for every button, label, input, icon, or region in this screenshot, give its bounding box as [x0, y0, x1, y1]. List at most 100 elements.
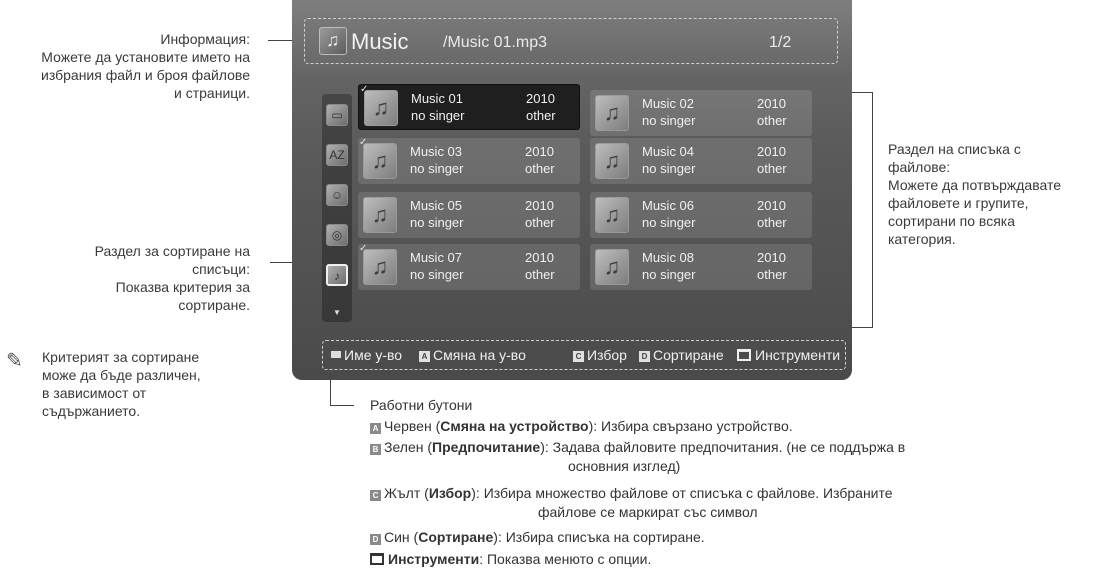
item-genre: other	[525, 161, 555, 176]
item-title: Music 01	[411, 91, 464, 106]
folder-sort-icon[interactable]: ▭	[326, 104, 348, 126]
checkmark-icon: ✓	[359, 243, 368, 254]
file-item[interactable]: ♫ Music 04 no singer 2010 other	[590, 138, 812, 184]
legend-red-bold: Смяна на устройство	[440, 418, 589, 434]
file-item[interactable]: ♫ ✓ Music 07 no singer 2010 other	[358, 243, 580, 290]
file-item[interactable]: ♫ Music 05 no singer 2010 other	[358, 192, 580, 238]
tools-button[interactable]: Инструменти	[737, 347, 840, 363]
item-singer: no singer	[642, 267, 696, 282]
item-year: 2010	[757, 198, 786, 213]
genre-sort-icon[interactable]: ♪	[326, 264, 348, 286]
buttons-connector-horizontal	[330, 405, 354, 406]
device-name-label: Име у-во	[344, 347, 403, 363]
item-year: 2010	[757, 96, 786, 111]
music-category-icon: ♫	[319, 27, 347, 55]
item-year: 2010	[525, 144, 554, 159]
select-button[interactable]: C Избор	[573, 347, 627, 363]
item-year: 2010	[757, 144, 786, 159]
list-annotation-line-6: категория.	[888, 231, 956, 247]
info-annotation-line-2: Можете да установите името на	[41, 49, 250, 65]
legend-green-post: ): Задава файловите предпочитания. (не с…	[540, 439, 906, 455]
selected-file-name: /Music 01.mp3	[443, 34, 548, 51]
info-bar: ♫ Music /Music 01.mp3 1/2	[304, 18, 838, 64]
checkmark-icon: ✓	[359, 137, 368, 148]
list-annotation-line-2: файлове:	[888, 159, 951, 175]
tools-icon	[737, 349, 751, 361]
legend-green: B Зелен (Предпочитание): Задава файловите…	[370, 438, 905, 456]
list-annotation-line-5: сортирани по всяка	[888, 213, 1016, 229]
list-bracket-top	[852, 92, 872, 93]
legend-red: A Червен (Смяна на устройство): Избира св…	[370, 417, 793, 435]
item-title: Music 02	[642, 96, 695, 111]
note-annotation-line-1: Критерият за сортиране	[42, 349, 200, 365]
file-item[interactable]: ♫ ✓ Music 01 no singer 2010 other	[358, 84, 580, 130]
item-title: Music 06	[642, 198, 695, 213]
alphabet-sort-icon[interactable]: AZ	[326, 144, 348, 166]
music-note-icon: ♫	[595, 197, 629, 233]
item-singer: no singer	[410, 267, 464, 282]
item-singer: no singer	[642, 161, 696, 176]
legend-blue-pre: Син (	[384, 529, 419, 545]
device-name-button[interactable]: Име у-во	[331, 347, 402, 363]
item-singer: no singer	[411, 108, 465, 123]
item-genre: other	[757, 267, 787, 282]
sort-annotation: Раздел за сортиране на списъци: Показва …	[0, 242, 250, 314]
item-genre: other	[757, 161, 787, 176]
buttons-connector-vertical	[330, 374, 331, 406]
item-singer: no singer	[642, 215, 696, 230]
tools-label: Инструменти	[755, 347, 841, 363]
note-annotation-line-4: съдържанието.	[42, 403, 141, 419]
sort-annotation-line-2: списъци:	[192, 261, 250, 277]
info-annotation-line-1: Информация:	[160, 31, 250, 47]
item-year: 2010	[525, 198, 554, 213]
file-list: ♫ ✓ Music 01 no singer 2010 other ♫ Musi…	[358, 84, 816, 294]
item-title: Music 04	[642, 144, 695, 159]
legend-yellow: C Жълт (Избор): Избира множество файлове …	[370, 484, 893, 502]
change-device-button[interactable]: A Смяна на у-во	[419, 347, 526, 363]
legend-yellow-post: ): Избира множество файлове от списъка с…	[471, 485, 893, 501]
scroll-down-icon[interactable]: ▼	[333, 308, 341, 317]
legend-red-pre: Червен (	[384, 418, 441, 434]
file-item[interactable]: ♫ Music 06 no singer 2010 other	[590, 192, 812, 238]
d-key-icon: D	[639, 351, 650, 362]
music-note-icon: ♫	[595, 95, 629, 131]
legend-red-post: ): Избира свързано устройство.	[588, 418, 793, 434]
legend-tools-bold: Инструменти	[388, 551, 480, 567]
info-annotation-line-4: и страници.	[174, 85, 250, 101]
tv-screen: ♫ Music /Music 01.mp3 1/2 ▭ AZ ☺ ◎ ♪ ▼ ♫…	[292, 0, 852, 380]
list-annotation-line-1: Раздел на списъка с	[888, 141, 1021, 157]
legend-yellow-pre: Жълт (	[384, 485, 429, 501]
artist-sort-icon[interactable]: ☺	[326, 184, 348, 206]
item-title: Music 07	[410, 250, 463, 265]
info-annotation-line-3: избрания файл и броя файлове	[41, 67, 250, 83]
category-title: Music	[351, 29, 409, 54]
change-device-label: Смяна на у-во	[433, 347, 526, 363]
c-key-icon: C	[370, 490, 381, 501]
note-annotation-line-3: в зависимост от	[42, 385, 147, 401]
item-singer: no singer	[410, 215, 464, 230]
music-note-icon: ♫	[363, 249, 397, 285]
select-label: Избор	[587, 347, 627, 363]
tools-icon	[370, 553, 384, 565]
device-icon	[331, 351, 341, 358]
d-key-icon: D	[370, 534, 381, 545]
item-genre: other	[526, 108, 556, 123]
sort-button[interactable]: D Сортиране	[639, 347, 724, 363]
item-title: Music 08	[642, 250, 695, 265]
file-item[interactable]: ♫ ✓ Music 03 no singer 2010 other	[358, 137, 580, 184]
item-singer: no singer	[642, 113, 696, 128]
music-note-icon: ♫	[363, 143, 397, 179]
item-genre: other	[757, 113, 787, 128]
list-annotation-line-3: Можете да потвърждавате	[888, 177, 1062, 193]
legend-blue-post: ): Избира списъка на сортиране.	[493, 529, 705, 545]
item-genre: other	[757, 215, 787, 230]
music-note-icon: ♫	[363, 197, 397, 233]
file-item[interactable]: ♫ Music 02 no singer 2010 other	[590, 90, 812, 136]
file-item[interactable]: ♫ Music 08 no singer 2010 other	[590, 244, 812, 290]
list-annotation-line-4: файловете и групите,	[888, 195, 1029, 211]
list-bracket-vertical	[872, 92, 873, 328]
item-year: 2010	[526, 91, 555, 106]
page-indicator: 1/2	[769, 34, 792, 51]
album-sort-icon[interactable]: ◎	[326, 224, 348, 246]
sort-label: Сортиране	[653, 347, 724, 363]
